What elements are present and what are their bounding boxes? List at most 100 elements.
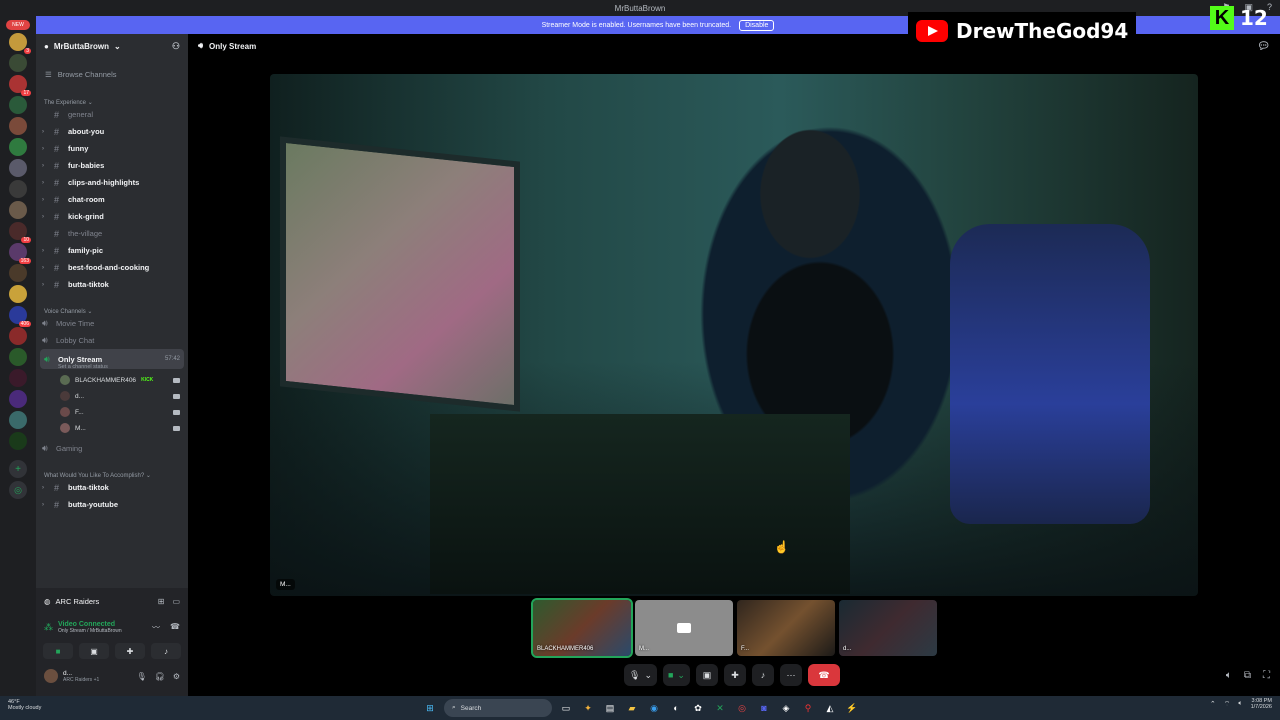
controller-icon[interactable]: ⊞: [158, 597, 165, 606]
server-icon[interactable]: [9, 327, 27, 345]
chat-icon[interactable]: 💬︎: [1257, 41, 1270, 52]
browse-channels[interactable]: ☰ Browse Channels: [36, 64, 188, 84]
server-icon[interactable]: [9, 348, 27, 366]
disconnect-button[interactable]: ☎: [807, 664, 840, 686]
server-icon[interactable]: [9, 285, 27, 303]
voice-channel-movie-time[interactable]: 🔊︎ Movie Time: [36, 315, 188, 332]
copilot-icon[interactable]: ✦: [580, 700, 596, 716]
add-member-icon[interactable]: ⚇: [172, 41, 180, 52]
voice-member[interactable]: BLACKHAMMER406 KICK: [36, 372, 188, 388]
server-icon[interactable]: [9, 159, 27, 177]
voice-member[interactable]: d...: [36, 388, 188, 404]
activities-button[interactable]: ✚: [115, 643, 145, 659]
camera-button[interactable]: ■: [43, 643, 73, 659]
file-explorer-icon[interactable]: ▰: [624, 700, 640, 716]
server-icon[interactable]: 10: [9, 222, 31, 243]
channel-butta-tiktok-2[interactable]: › # butta-tiktok: [36, 479, 188, 496]
share-screen-button[interactable]: ▣: [79, 643, 109, 659]
app-icon[interactable]: ✿: [690, 700, 706, 716]
server-icon[interactable]: 163: [9, 243, 31, 264]
channel-butta-youtube[interactable]: › # butta-youtube: [36, 496, 188, 513]
channel-chat-room[interactable]: › # chat-room: [36, 191, 188, 208]
server-icon[interactable]: [9, 264, 27, 282]
chevron-down-icon[interactable]: ⌄: [644, 670, 652, 681]
participant-tile[interactable]: M...: [635, 600, 733, 656]
task-view-icon[interactable]: ▭: [558, 700, 574, 716]
channel-about-you[interactable]: › # about-you: [36, 123, 188, 140]
server-icon[interactable]: 3: [9, 33, 31, 54]
activities-button[interactable]: ✚: [723, 664, 746, 686]
disable-streamer-mode-button[interactable]: Disable: [739, 19, 775, 31]
soundboard-button[interactable]: ♪: [151, 643, 181, 659]
app-icon[interactable]: ⚲: [800, 700, 816, 716]
category-header[interactable]: What Would You Like To Accomplish? ⌄: [36, 465, 188, 479]
server-icon[interactable]: [9, 411, 27, 429]
server-icon[interactable]: [9, 117, 27, 135]
discord-icon[interactable]: ◙: [756, 700, 772, 716]
server-icon[interactable]: 406: [9, 306, 31, 327]
edge-icon[interactable]: ◉: [646, 700, 662, 716]
channel-fur-babies[interactable]: › # fur-babies: [36, 157, 188, 174]
steam-icon[interactable]: ◭: [822, 700, 838, 716]
add-server-icon[interactable]: +: [9, 460, 27, 478]
voice-channel-lobby-chat[interactable]: 🔊︎ Lobby Chat: [36, 332, 188, 349]
discover-icon[interactable]: ◎: [9, 481, 27, 499]
microphone-icon[interactable]: 🎙︎: [137, 672, 147, 681]
participant-tile[interactable]: F...: [737, 600, 835, 656]
server-icon[interactable]: 17: [9, 75, 31, 96]
app-icon[interactable]: ◐: [668, 700, 684, 716]
activity-row[interactable]: ◍ ARC Raiders ⊞ ▭: [36, 588, 188, 614]
clock[interactable]: 3:08 PM 1/7/2026: [1251, 698, 1272, 710]
volume-icon[interactable]: 🔈︎: [1226, 670, 1232, 681]
fullscreen-icon[interactable]: ⛶: [1263, 670, 1270, 681]
camera-toggle-button[interactable]: ■ ⌄: [662, 664, 690, 686]
guild-header[interactable]: ● MrButtaBrown ⌄ ⚇: [36, 34, 188, 58]
voice-channel-gaming[interactable]: 🔊︎ Gaming: [36, 440, 188, 457]
participant-tile[interactable]: BLACKHAMMER406: [531, 598, 633, 658]
channel-status[interactable]: Set a channel status: [36, 364, 188, 372]
channel-funny[interactable]: › # funny: [36, 140, 188, 157]
wifi-icon[interactable]: ⌔: [1224, 700, 1231, 709]
server-icon[interactable]: [9, 96, 27, 114]
category-header[interactable]: Voice Channels ⌄: [36, 301, 188, 315]
server-icon[interactable]: [9, 54, 27, 72]
server-icon[interactable]: [9, 369, 27, 387]
soundboard-button[interactable]: ♪: [751, 664, 774, 686]
weather-widget[interactable]: 46°F Mostly cloudy: [8, 699, 41, 711]
share-screen-button[interactable]: ▣: [695, 664, 718, 686]
mute-button[interactable]: 🎙︎ ⌄: [624, 664, 657, 686]
headphones-icon[interactable]: 🎧︎: [155, 672, 165, 681]
more-options-button[interactable]: ⋯: [779, 664, 802, 686]
chevron-up-icon[interactable]: ⌃: [1210, 700, 1216, 708]
connection-location[interactable]: Only Stream / MrButtaBrown: [58, 628, 122, 634]
chrome-icon[interactable]: ◎: [734, 700, 750, 716]
screen-icon[interactable]: ▭: [172, 597, 180, 606]
server-icon[interactable]: [9, 432, 27, 450]
voice-member[interactable]: M...: [36, 420, 188, 436]
taskbar-search[interactable]: ⌕ Search: [444, 699, 552, 717]
xbox-icon[interactable]: ✕: [712, 700, 728, 716]
windows-start-icon[interactable]: ⊞: [422, 700, 438, 716]
user-panel[interactable]: d... ARC Raiders +1 🎙︎ 🎧︎ ⚙: [36, 662, 188, 690]
server-icon[interactable]: [9, 201, 27, 219]
main-video-tile[interactable]: M...: [270, 74, 1198, 596]
category-header[interactable]: The Experience ⌄: [36, 92, 188, 106]
app-icon[interactable]: ◈: [778, 700, 794, 716]
server-icon[interactable]: [9, 138, 27, 156]
disconnect-icon[interactable]: ☎: [170, 622, 180, 633]
app-icon[interactable]: ⚡: [844, 700, 860, 716]
channel-best-food-and-cooking[interactable]: › # best-food-and-cooking: [36, 259, 188, 276]
voice-member[interactable]: F...: [36, 404, 188, 420]
speaker-icon[interactable]: 🔈︎: [1238, 700, 1242, 708]
channel-general[interactable]: # general: [36, 106, 188, 123]
channel-clips-and-highlights[interactable]: › # clips-and-highlights: [36, 174, 188, 191]
server-icon[interactable]: [9, 390, 27, 408]
channel-family-pic[interactable]: › # family-pic: [36, 242, 188, 259]
store-icon[interactable]: ▤: [602, 700, 618, 716]
settings-icon[interactable]: ⚙: [173, 672, 180, 681]
chevron-down-icon[interactable]: ⌄: [677, 670, 685, 681]
server-icon[interactable]: [9, 180, 27, 198]
channel-butta-tiktok[interactable]: › # butta-tiktok: [36, 276, 188, 293]
pop-out-icon[interactable]: ⧉: [1244, 670, 1251, 681]
channel-kick-grind[interactable]: › # kick-grind: [36, 208, 188, 225]
